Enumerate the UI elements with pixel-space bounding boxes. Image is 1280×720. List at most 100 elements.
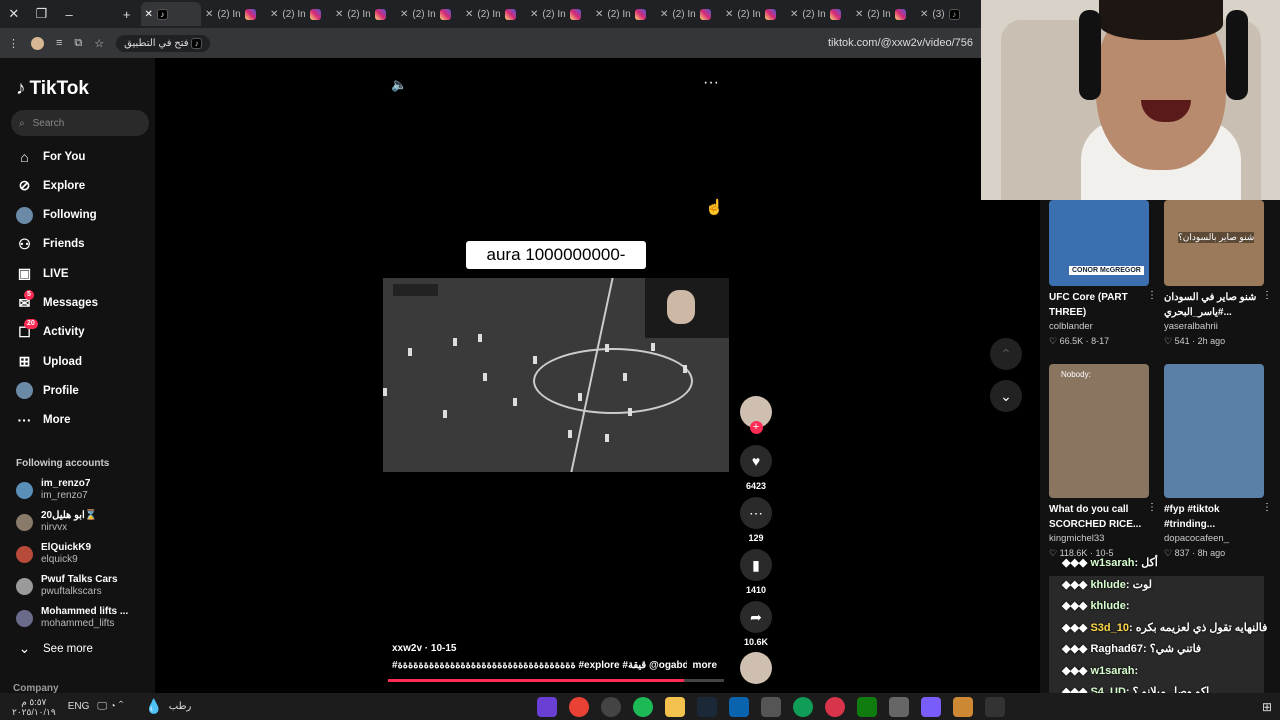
settings-icon[interactable] [889, 696, 910, 717]
browser-tab[interactable]: ✕ (2) In [786, 2, 851, 26]
app-icon[interactable] [953, 696, 974, 717]
menu-icon[interactable]: ⋮ [8, 37, 19, 50]
more-options-icon[interactable]: ⋮ [1262, 502, 1272, 513]
following-account[interactable]: im_renzo7 im_renzo7 [16, 478, 90, 502]
folder-icon[interactable] [665, 696, 686, 717]
related-video-card[interactable]: Nobody: What do you call SCORCHED RICE...… [1049, 364, 1157, 560]
nav-item-live[interactable]: ▣ LIVE [16, 265, 69, 282]
obs-icon[interactable] [601, 696, 622, 717]
video-author[interactable]: dopacocafeen_ [1164, 532, 1264, 546]
tray-icons[interactable]: 🖵 ◔ ⌃ [97, 701, 123, 712]
browser-tab[interactable]: ✕ (2) In [461, 2, 526, 26]
close-icon[interactable]: ✕ [0, 0, 28, 28]
related-video-card[interactable]: #fyp #tiktok #trinding... dopacocafeen_ ♡ … [1164, 364, 1272, 560]
app-icon[interactable] [825, 696, 846, 717]
more-options-icon[interactable]: ⋮ [1147, 502, 1157, 513]
close-icon[interactable]: ✕ [790, 9, 798, 20]
close-icon[interactable]: ✕ [465, 9, 473, 20]
nav-item-explore[interactable]: ⊘ Explore [16, 177, 86, 194]
clock[interactable]: ٥:٥٧ م ٢٠٢٥/١٠/١٩ [12, 697, 56, 717]
volume-icon[interactable]: 🔈 [391, 77, 407, 93]
close-icon[interactable]: ✕ [400, 9, 408, 20]
browser-tab[interactable]: ✕ (2) In [201, 2, 266, 26]
avatar[interactable] [31, 36, 44, 50]
nav-item-profile[interactable]: Profile [16, 382, 79, 400]
close-icon[interactable]: ✕ [920, 9, 928, 20]
related-video-card[interactable]: CONOR McGREGOR UFC Core (PART THREE) colbl… [1049, 200, 1157, 348]
open-in-app-button[interactable]: فتح في التطبيق ♪ [116, 34, 211, 52]
video-author[interactable]: colblander [1049, 320, 1149, 334]
next-video-button[interactable]: ⌄ [990, 380, 1022, 412]
store-icon[interactable] [761, 696, 782, 717]
related-video-card[interactable]: شنو صاير بالسودان؟ شنو صاير في السودان #ي… [1164, 200, 1272, 348]
following-account[interactable]: Mohammed lifts ... mohammed_lifts [16, 606, 128, 630]
search-input[interactable]: ⌕ Search [11, 110, 149, 136]
following-account[interactable]: ابو هليل20⌛ nirvvx [16, 510, 97, 534]
browser-tab[interactable]: ✕ (2) In [331, 2, 396, 26]
browser-tab[interactable]: ✕ (2) In [591, 2, 656, 26]
comment-button[interactable]: ⋯ 129 [740, 497, 772, 543]
following-account[interactable]: ElQuickK9 elquick9 [16, 542, 91, 566]
see-more-button[interactable]: ⌄ See more [16, 640, 93, 657]
close-icon[interactable]: ✕ [595, 9, 603, 20]
video-author[interactable]: yaseralbahrii [1164, 320, 1264, 334]
nav-item-for-you[interactable]: ⌂ For You [16, 148, 85, 165]
weather-label[interactable]: رطب [169, 701, 192, 712]
creator-avatar[interactable]: + [740, 396, 772, 434]
bookmark-button[interactable]: ▮ 1410 [740, 549, 772, 595]
nav-item-activity[interactable]: ☐ 20 Activity [16, 318, 85, 341]
app-icon[interactable] [537, 696, 558, 717]
progress-bar[interactable] [388, 679, 724, 682]
task-view-icon[interactable] [985, 696, 1006, 717]
outlook-icon[interactable] [729, 696, 750, 717]
nav-item-more[interactable]: ··· More [16, 412, 71, 429]
more-options-icon[interactable]: ··· [703, 74, 719, 92]
browser-tab[interactable]: ✕ (2) In [656, 2, 721, 26]
spotify-icon[interactable] [633, 696, 654, 717]
minimize-icon[interactable]: – [55, 0, 83, 28]
close-icon[interactable]: ✕ [205, 9, 213, 20]
following-account[interactable]: Pwuf Talks Cars pwuftalkscars [16, 574, 118, 598]
nav-item-messages[interactable]: ✉ 5 Messages [16, 289, 98, 312]
xbox-icon[interactable] [857, 696, 878, 717]
edge-icon[interactable] [793, 696, 814, 717]
nav-item-friends[interactable]: ⚇ Friends [16, 236, 84, 253]
nav-item-upload[interactable]: ⊞ Upload [16, 353, 82, 370]
tiktok-logo[interactable]: ♪ TikTok [16, 78, 89, 100]
star-icon[interactable]: ☆ [94, 37, 104, 50]
windows-start-icon[interactable]: ⊞ [1262, 700, 1272, 714]
music-disc[interactable] [740, 652, 772, 684]
url-field[interactable]: tiktok.com/@xxw2v/video/756 [828, 37, 973, 49]
reading-list-icon[interactable]: ≡ [56, 37, 62, 49]
video-author[interactable]: xxw2v · 10-15 [392, 643, 457, 654]
nav-item-following[interactable]: Following [16, 206, 97, 224]
more-options-icon[interactable]: ⋮ [1262, 290, 1272, 301]
more-options-icon[interactable]: ⋮ [1147, 290, 1157, 301]
close-icon[interactable]: ✕ [530, 9, 538, 20]
new-tab-icon[interactable]: + [113, 0, 141, 28]
browser-tab[interactable]: ✕ (2) In [721, 2, 786, 26]
previous-video-button[interactable]: ⌃ [990, 338, 1022, 370]
chrome-icon[interactable] [569, 696, 590, 717]
browser-tab[interactable]: ✕ (2) In [526, 2, 591, 26]
close-icon[interactable]: ✕ [660, 9, 668, 20]
browser-tab[interactable]: ✕ (2) In [851, 2, 916, 26]
video-player[interactable] [383, 278, 729, 472]
heart-button[interactable]: ♥ 6423 [740, 445, 772, 491]
copilot-icon[interactable] [921, 696, 942, 717]
close-icon[interactable]: ✕ [270, 9, 278, 20]
caption-more-button[interactable]: more [693, 660, 717, 671]
video-author[interactable]: kingmichel33 [1049, 532, 1149, 546]
language-indicator[interactable]: ENG [68, 701, 90, 712]
share-button[interactable]: ➦ 10.6K [740, 601, 772, 647]
close-icon[interactable]: ✕ [855, 9, 863, 20]
browser-tab[interactable]: ✕ (3) ♪ [916, 2, 981, 26]
browser-tab[interactable]: ✕ (2) In [396, 2, 461, 26]
extensions-icon[interactable]: ⧉ [74, 37, 82, 50]
restore-icon[interactable]: ❐ [28, 0, 56, 28]
close-icon[interactable]: ✕ [725, 9, 733, 20]
follow-plus-icon[interactable]: + [749, 421, 763, 434]
close-icon[interactable]: ✕ [335, 9, 343, 20]
tab-tiktok-active[interactable]: ✕ ♪ [140, 2, 201, 26]
steam-icon[interactable] [697, 696, 718, 717]
